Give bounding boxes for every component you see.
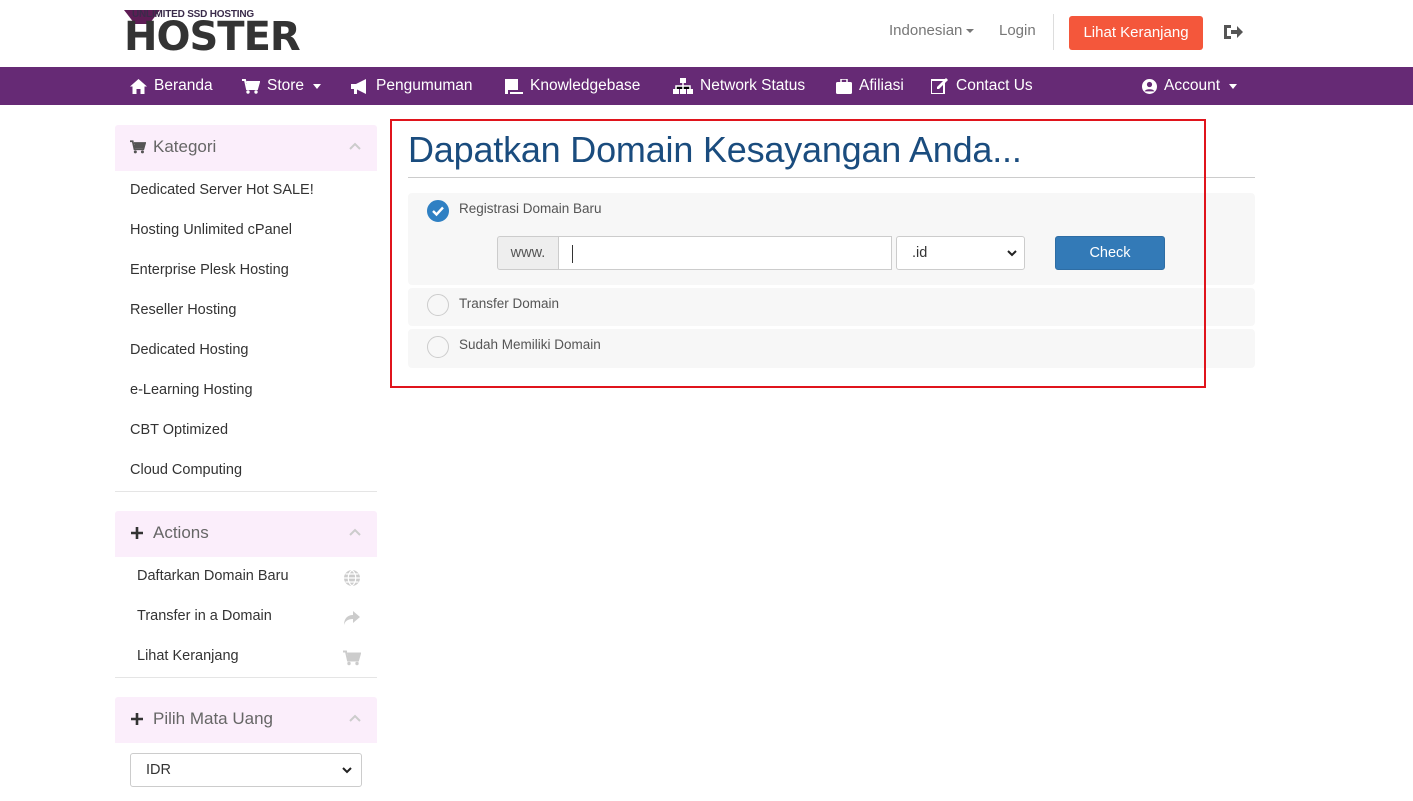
edit-icon — [931, 78, 948, 94]
briefcase-icon — [836, 78, 852, 94]
chevron-up-icon[interactable] — [349, 714, 361, 722]
category-link[interactable]: Hosting Unlimited cPanel — [130, 222, 292, 238]
view-cart-button[interactable]: Lihat Keranjang — [1069, 16, 1203, 50]
register-domain-link[interactable]: Daftarkan Domain Baru — [137, 568, 289, 584]
share-icon — [344, 611, 360, 625]
chevron-up-icon[interactable] — [349, 142, 361, 150]
category-link[interactable]: Dedicated Hosting — [130, 342, 249, 358]
sitemap-icon — [673, 78, 693, 94]
hoster-logo[interactable]: UNLIMITED SSD HOSTING HOSTER — [124, 9, 302, 60]
logo-wordmark: HOSTER — [124, 14, 301, 60]
cart-icon — [130, 140, 146, 154]
caret-down-icon — [1229, 83, 1238, 89]
nav-item-knowledgebase[interactable]: Knowledgebase — [505, 67, 640, 105]
currency-select[interactable]: IDR — [130, 753, 362, 787]
header-divider — [1053, 14, 1054, 50]
home-icon — [130, 78, 147, 94]
category-link[interactable]: e-Learning Hosting — [130, 382, 253, 398]
currency-value: IDR — [146, 762, 171, 778]
panel-divider — [115, 491, 377, 492]
nav-item-account[interactable]: Account — [1142, 67, 1238, 105]
cart-icon — [343, 650, 361, 666]
transfer-domain-link[interactable]: Transfer in a Domain — [137, 608, 272, 624]
nav-item-network-status[interactable]: Network Status — [673, 67, 805, 105]
chevron-down-icon — [342, 767, 352, 774]
category-link[interactable]: Cloud Computing — [130, 462, 242, 478]
view-cart-link[interactable]: Lihat Keranjang — [137, 648, 239, 664]
cart-icon — [242, 78, 260, 94]
currency-panel-header[interactable]: Pilih Mata Uang — [115, 697, 377, 743]
plus-icon — [131, 527, 143, 539]
panel-title: Pilih Mata Uang — [153, 709, 274, 728]
category-link[interactable]: CBT Optimized — [130, 422, 228, 438]
panel-divider — [115, 677, 377, 678]
nav-label: Account — [1164, 77, 1221, 94]
site-header: UNLIMITED SSD HOSTING HOSTER Indonesian … — [0, 0, 1413, 67]
language-label: Indonesian — [889, 22, 963, 39]
category-link[interactable]: Dedicated Server Hot SALE! — [130, 182, 314, 198]
book-icon — [505, 78, 523, 94]
globe-icon — [344, 569, 360, 587]
main-navbar: Beranda Store Pengumuman Knowledgebase N… — [0, 67, 1413, 105]
language-selector[interactable]: Indonesian — [889, 22, 975, 39]
nav-item-contact-us[interactable]: Contact Us — [931, 67, 1033, 105]
panel-title: Actions — [153, 523, 209, 542]
nav-item-store[interactable]: Store — [242, 67, 322, 105]
nav-label: Beranda — [154, 77, 213, 94]
nav-item-beranda[interactable]: Beranda — [130, 67, 213, 105]
highlight-box — [390, 119, 1206, 388]
panel-title: Kategori — [153, 137, 217, 156]
actions-panel-header[interactable]: Actions — [115, 511, 377, 557]
nav-label: Knowledgebase — [530, 77, 641, 94]
caret-down-icon — [313, 83, 322, 89]
nav-label: Pengumuman — [376, 77, 473, 94]
categories-panel-header[interactable]: Kategori — [115, 125, 377, 171]
nav-label: Afiliasi — [859, 77, 904, 94]
user-circle-icon — [1142, 78, 1157, 94]
nav-item-pengumuman[interactable]: Pengumuman — [351, 67, 473, 105]
nav-label: Contact Us — [956, 77, 1033, 94]
login-link[interactable]: Login — [999, 22, 1036, 39]
nav-item-afiliasi[interactable]: Afiliasi — [836, 67, 904, 105]
category-link[interactable]: Enterprise Plesk Hosting — [130, 262, 289, 278]
chevron-up-icon[interactable] — [349, 528, 361, 536]
bullhorn-icon — [351, 78, 366, 94]
plus-icon — [131, 713, 143, 725]
nav-label: Store — [267, 77, 305, 94]
category-link[interactable]: Reseller Hosting — [130, 302, 236, 318]
sign-out-icon[interactable] — [1222, 22, 1244, 42]
nav-label: Network Status — [700, 77, 806, 94]
caret-down-icon — [966, 29, 975, 34]
